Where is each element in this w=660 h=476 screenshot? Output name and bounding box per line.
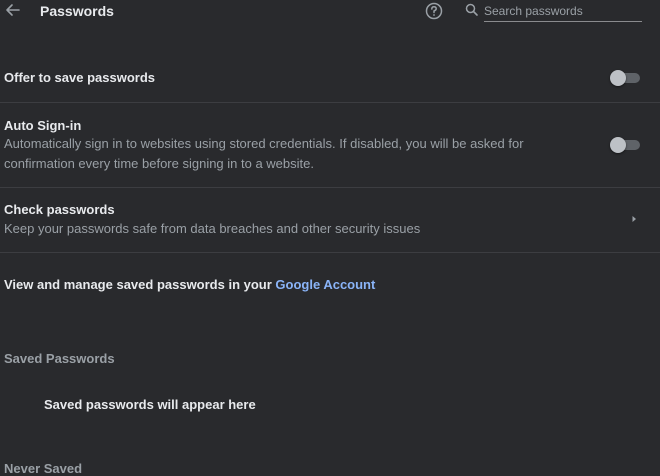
auto-signin-description: Automatically sign in to websites using … [4, 136, 524, 171]
saved-passwords-header: Saved Passwords [4, 351, 115, 366]
offer-to-save-row: Offer to save passwords [0, 60, 660, 102]
divider [0, 252, 660, 253]
page-title: Passwords [40, 3, 114, 19]
search-icon [464, 2, 480, 18]
chevron-right-icon [628, 213, 640, 225]
saved-passwords-empty-message: Saved passwords will appear here [44, 397, 256, 412]
offer-to-save-toggle[interactable] [610, 70, 642, 86]
google-account-link[interactable]: Google Account [275, 277, 375, 292]
never-saved-header: Never Saved [4, 461, 83, 476]
manage-passwords-text: View and manage saved passwords in your … [4, 277, 375, 292]
check-passwords-description: Keep your passwords safe from data breac… [4, 221, 421, 236]
toggle-knob [610, 70, 626, 86]
auto-signin-row: Auto Sign-in Automatically sign in to we… [0, 103, 660, 187]
back-arrow-icon[interactable] [3, 0, 23, 20]
search-box [464, 0, 644, 23]
manage-passwords-row: View and manage saved passwords in your … [0, 276, 660, 296]
manage-passwords-label: View and manage saved passwords in your [4, 277, 276, 292]
search-input[interactable] [484, 0, 642, 22]
page-header: Passwords [0, 0, 660, 24]
auto-signin-label: Auto Sign-in [4, 118, 82, 133]
check-passwords-row[interactable]: Check passwords Keep your passwords safe… [0, 188, 660, 252]
toggle-knob [610, 137, 626, 153]
check-passwords-label: Check passwords [4, 202, 115, 217]
offer-to-save-label: Offer to save passwords [4, 70, 155, 85]
auto-signin-toggle[interactable] [610, 137, 642, 153]
help-icon[interactable] [424, 1, 444, 21]
